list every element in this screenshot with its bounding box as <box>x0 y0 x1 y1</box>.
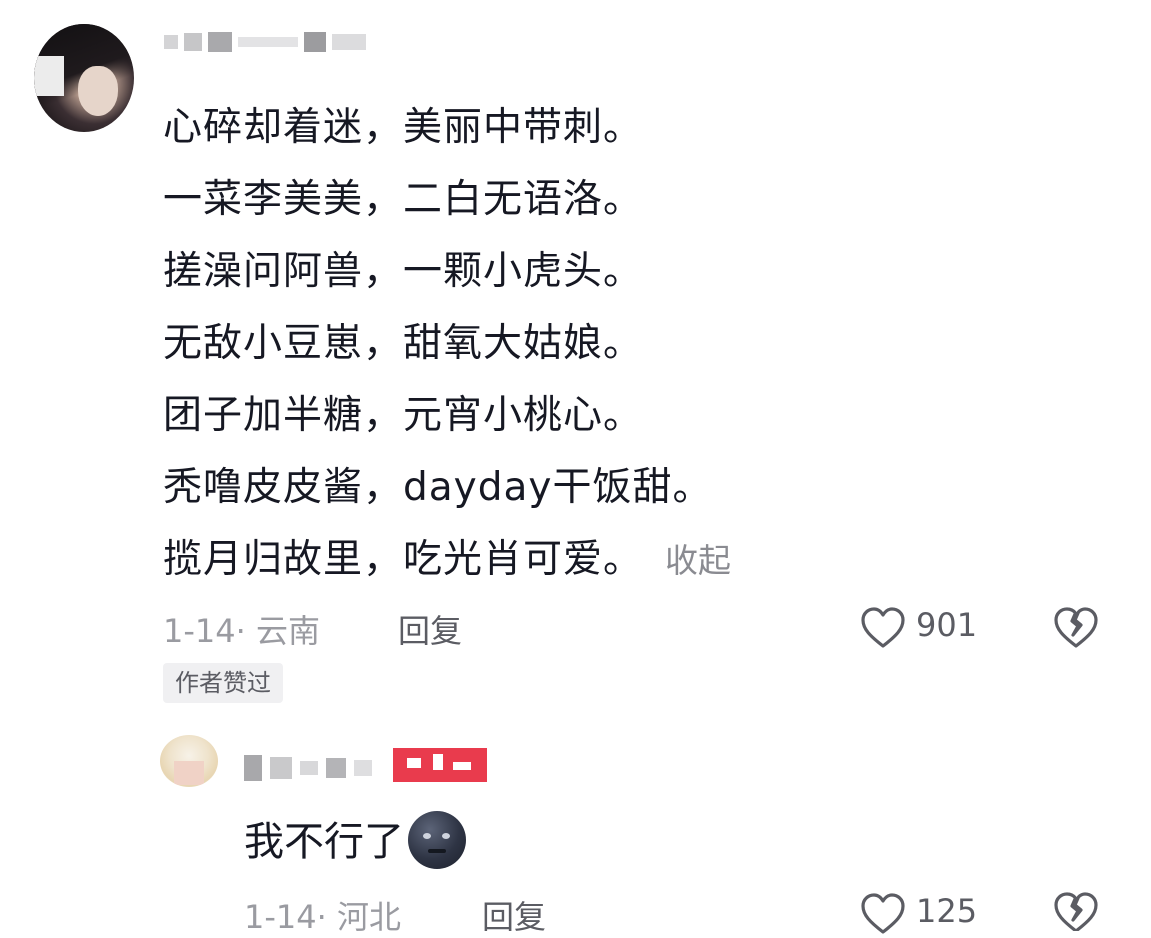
collapse-button[interactable]: 收起 <box>665 541 731 580</box>
redacted-block <box>238 37 298 47</box>
comment-line: 搓澡问阿兽，一颗小虎头。 <box>163 249 644 294</box>
commenter-avatar[interactable] <box>34 24 134 132</box>
redacted-block <box>184 33 202 51</box>
moon-face-emoji-icon <box>408 811 466 869</box>
reply-like-icon[interactable] <box>860 892 906 936</box>
redacted-block <box>270 757 292 779</box>
comment-line: 一菜李美美，二白无语洛。 <box>163 177 644 222</box>
reply-date-location: 1-14· 河北 <box>244 898 401 936</box>
comment-line-last: 揽月归故里，吃光肖可爱。 收起 <box>163 524 731 596</box>
redacted-block <box>244 755 262 781</box>
comment-dislike-icon[interactable] <box>1053 605 1099 651</box>
avatar-face <box>78 66 118 116</box>
reply-text: 我不行了 <box>244 819 404 865</box>
comment-line: 秃噜皮皮酱，dayday干饭甜。 <box>163 465 713 510</box>
replier-avatar[interactable] <box>160 735 218 787</box>
reply-reply-button[interactable]: 回复 <box>482 892 546 938</box>
comment-line: 无敌小豆崽，甜氧大姑娘。 <box>163 321 644 366</box>
comment-reply-button[interactable]: 回复 <box>398 606 462 652</box>
author-liked-tag: 作者赞过 <box>163 663 283 703</box>
reply-body: 我不行了 <box>244 811 466 873</box>
comment-line: 揽月归故里，吃光肖可爱。 <box>163 537 644 582</box>
replier-name-redacted[interactable] <box>244 754 372 782</box>
comment-body: 心碎却着迷，美丽中带刺。 一菜李美美，二白无语洛。 搓澡问阿兽，一颗小虎头。 无… <box>163 92 731 596</box>
reply-dislike-icon[interactable] <box>1053 890 1099 931</box>
avatar-blur-patch <box>34 56 64 96</box>
commenter-name-redacted[interactable] <box>164 22 366 62</box>
avatar-blur-patch <box>174 761 204 785</box>
redacted-block <box>208 32 232 52</box>
reply-like-count: 125 <box>916 892 978 930</box>
redacted-block <box>354 760 372 776</box>
redacted-block <box>332 34 366 50</box>
replier-badge-redacted <box>393 748 487 782</box>
redacted-block <box>326 758 346 778</box>
comment-line: 心碎却着迷，美丽中带刺。 <box>163 105 644 150</box>
comment-date-location: 1-14· 云南 <box>163 612 320 650</box>
comment-line: 团子加半糖，元宵小桃心。 <box>163 393 644 438</box>
comment-like-count: 901 <box>916 606 978 644</box>
comment-like-icon[interactable] <box>860 606 906 650</box>
redacted-block <box>164 35 178 49</box>
redacted-block <box>300 761 318 775</box>
redacted-block <box>304 32 326 52</box>
